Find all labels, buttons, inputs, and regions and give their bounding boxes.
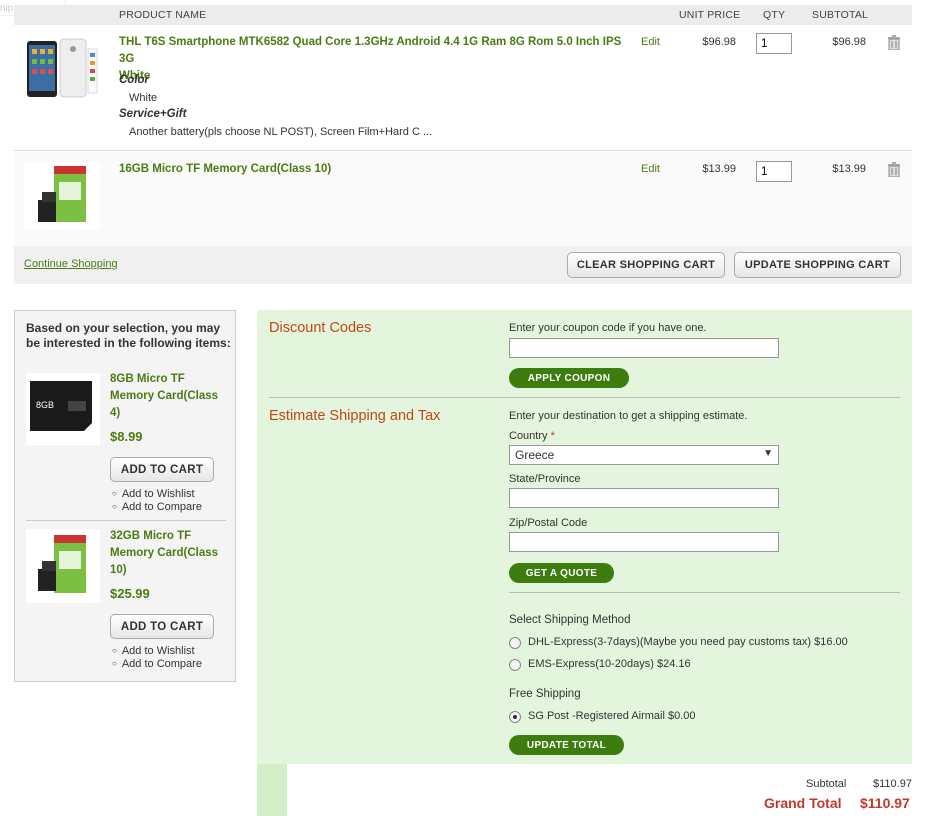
option-value-service: Another battery(pls choose NL POST), Scr… — [129, 126, 433, 138]
cart-table-header: PRODUCT NAME UNIT PRICE QTY SUBTOTAL — [14, 5, 912, 25]
section-divider — [509, 592, 900, 593]
add-to-cart-button[interactable]: ADD TO CART — [110, 457, 214, 482]
totals-box: Subtotal $110.97 Grand Total $110.97 — [287, 764, 912, 816]
cart-row-memory-card: 16GB Micro TF Memory Card(Class 10) Edit… — [14, 152, 912, 246]
option-label-service: Service+Gift — [119, 108, 187, 120]
shipping-method-label[interactable]: EMS-Express(10-20days) $24.16 — [528, 658, 691, 670]
qty-input[interactable] — [756, 161, 792, 182]
option-label-color: Color — [119, 74, 150, 86]
memory-card-8gb-image: 8GB — [30, 381, 92, 431]
image-label: 8GB — [36, 400, 54, 410]
crosssell-name-line[interactable]: Memory Card(Class — [110, 545, 218, 562]
col-qty: QTY — [763, 9, 786, 21]
crosssell-name-line[interactable]: 8GB Micro TF — [110, 371, 218, 388]
subtotal-value: $110.97 — [873, 778, 912, 790]
grand-total-label: Grand Total — [764, 795, 842, 811]
free-shipping-title: Free Shipping — [509, 688, 581, 700]
subtotal-label: Subtotal — [806, 778, 847, 790]
crosssell-price: $8.99 — [110, 429, 143, 444]
continue-shopping-link[interactable]: Continue Shopping — [24, 258, 118, 270]
add-to-compare-link[interactable]: Add to Compare — [112, 501, 202, 514]
add-to-cart-button[interactable]: ADD TO CART — [110, 614, 214, 639]
cart-row-phone: THL T6S Smartphone MTK6582 Quad Core 1.3… — [14, 25, 912, 151]
shipping-method-label[interactable]: DHL-Express(3-7days)(Maybe you need pay … — [528, 636, 848, 648]
estimate-shipping-title: Estimate Shipping and Tax — [269, 408, 441, 424]
state-label: State/Province — [509, 473, 581, 485]
product-thumbnail-card[interactable] — [24, 162, 100, 230]
product-name-link[interactable]: 16GB Micro TF Memory Card(Class 10) — [119, 161, 519, 178]
crosssell-links: Add to Wishlist Add to Compare — [112, 645, 202, 671]
crosssell-name-line[interactable]: 10) — [110, 562, 218, 579]
crosssell-divider — [26, 520, 226, 521]
unit-price: $96.98 — [702, 36, 736, 48]
zip-label: Zip/Postal Code — [509, 517, 588, 529]
trash-icon[interactable] — [887, 162, 901, 177]
state-input[interactable] — [509, 488, 779, 508]
shipping-method-title: Select Shipping Method — [509, 614, 631, 626]
crosssell-thumbnail-8gb[interactable]: 8GB — [26, 373, 100, 445]
edit-link[interactable]: Edit — [641, 163, 660, 175]
edit-link[interactable]: Edit — [641, 36, 660, 48]
crosssell-product-name[interactable]: 8GB Micro TF Memory Card(Class 4) — [110, 371, 218, 422]
memory-card-image — [38, 166, 86, 222]
product-name-line[interactable]: THL T6S Smartphone MTK6582 Quad Core 1.3… — [119, 34, 639, 68]
update-cart-button[interactable]: UPDATE SHOPPING CART — [734, 252, 901, 278]
country-select[interactable]: Greece ▼ — [509, 445, 779, 465]
crosssell-price: $25.99 — [110, 586, 150, 601]
apply-coupon-button[interactable]: APPLY COUPON — [509, 368, 629, 388]
country-selected-value: Greece — [515, 448, 555, 462]
crosssell-box: Based on your selection, you may be inte… — [14, 310, 236, 682]
free-shipping-label[interactable]: SG Post -Registered Airmail $0.00 — [528, 710, 696, 722]
coupon-code-input[interactable] — [509, 338, 779, 358]
get-quote-button[interactable]: GET A QUOTE — [509, 563, 614, 583]
clear-cart-button[interactable]: CLEAR SHOPPING CART — [567, 252, 725, 278]
product-name-link[interactable]: THL T6S Smartphone MTK6582 Quad Core 1.3… — [119, 34, 639, 85]
shipping-prompt: Enter your destination to get a shipping… — [509, 410, 748, 422]
country-label-text: Country — [509, 430, 548, 442]
required-mark: * — [550, 430, 555, 442]
product-thumbnail-phone[interactable] — [24, 35, 100, 103]
row-subtotal: $96.98 — [832, 36, 866, 48]
country-label: Country * — [509, 430, 555, 442]
zip-input[interactable] — [509, 532, 779, 552]
section-divider — [269, 397, 900, 398]
crosssell-name-line[interactable]: 32GB Micro TF — [110, 528, 218, 545]
dropdown-arrow-icon: ▼ — [763, 448, 773, 459]
crosssell-name-line[interactable]: 4) — [110, 405, 218, 422]
col-subtotal: SUBTOTAL — [812, 9, 869, 21]
phone-image — [27, 38, 98, 98]
qty-input[interactable] — [756, 33, 792, 54]
col-unit-price: UNIT PRICE — [679, 9, 741, 21]
update-total-button[interactable]: UPDATE TOTAL — [509, 735, 624, 755]
option-value-color: White — [129, 92, 158, 104]
coupon-prompt: Enter your coupon code if you have one. — [509, 322, 707, 334]
unit-price: $13.99 — [702, 163, 736, 175]
grand-total-value: $110.97 — [860, 795, 910, 811]
memory-card-32gb-image — [38, 535, 86, 593]
add-to-wishlist-link[interactable]: Add to Wishlist — [112, 488, 202, 501]
add-to-compare-link[interactable]: Add to Compare — [112, 658, 202, 671]
shipping-method-radio[interactable] — [509, 637, 521, 649]
crosssell-product-name[interactable]: 32GB Micro TF Memory Card(Class 10) — [110, 528, 218, 579]
discount-shipping-panel: Discount Codes Enter your coupon code if… — [257, 310, 912, 816]
discount-codes-title: Discount Codes — [269, 320, 372, 336]
free-shipping-radio[interactable] — [509, 711, 521, 723]
crosssell-title: Based on your selection, you may be inte… — [26, 321, 231, 350]
col-product-name: PRODUCT NAME — [119, 9, 207, 21]
row-subtotal: $13.99 — [832, 163, 866, 175]
crosssell-thumbnail-32gb[interactable] — [26, 529, 100, 603]
crosssell-links: Add to Wishlist Add to Compare — [112, 488, 202, 514]
shipping-method-radio[interactable] — [509, 659, 521, 671]
cart-actions-bar: Continue Shopping CLEAR SHOPPING CART UP… — [14, 246, 912, 284]
trash-icon[interactable] — [887, 35, 901, 50]
product-name-line[interactable]: White — [119, 68, 639, 85]
crosssell-name-line[interactable]: Memory Card(Class — [110, 388, 218, 405]
add-to-wishlist-link[interactable]: Add to Wishlist — [112, 645, 202, 658]
